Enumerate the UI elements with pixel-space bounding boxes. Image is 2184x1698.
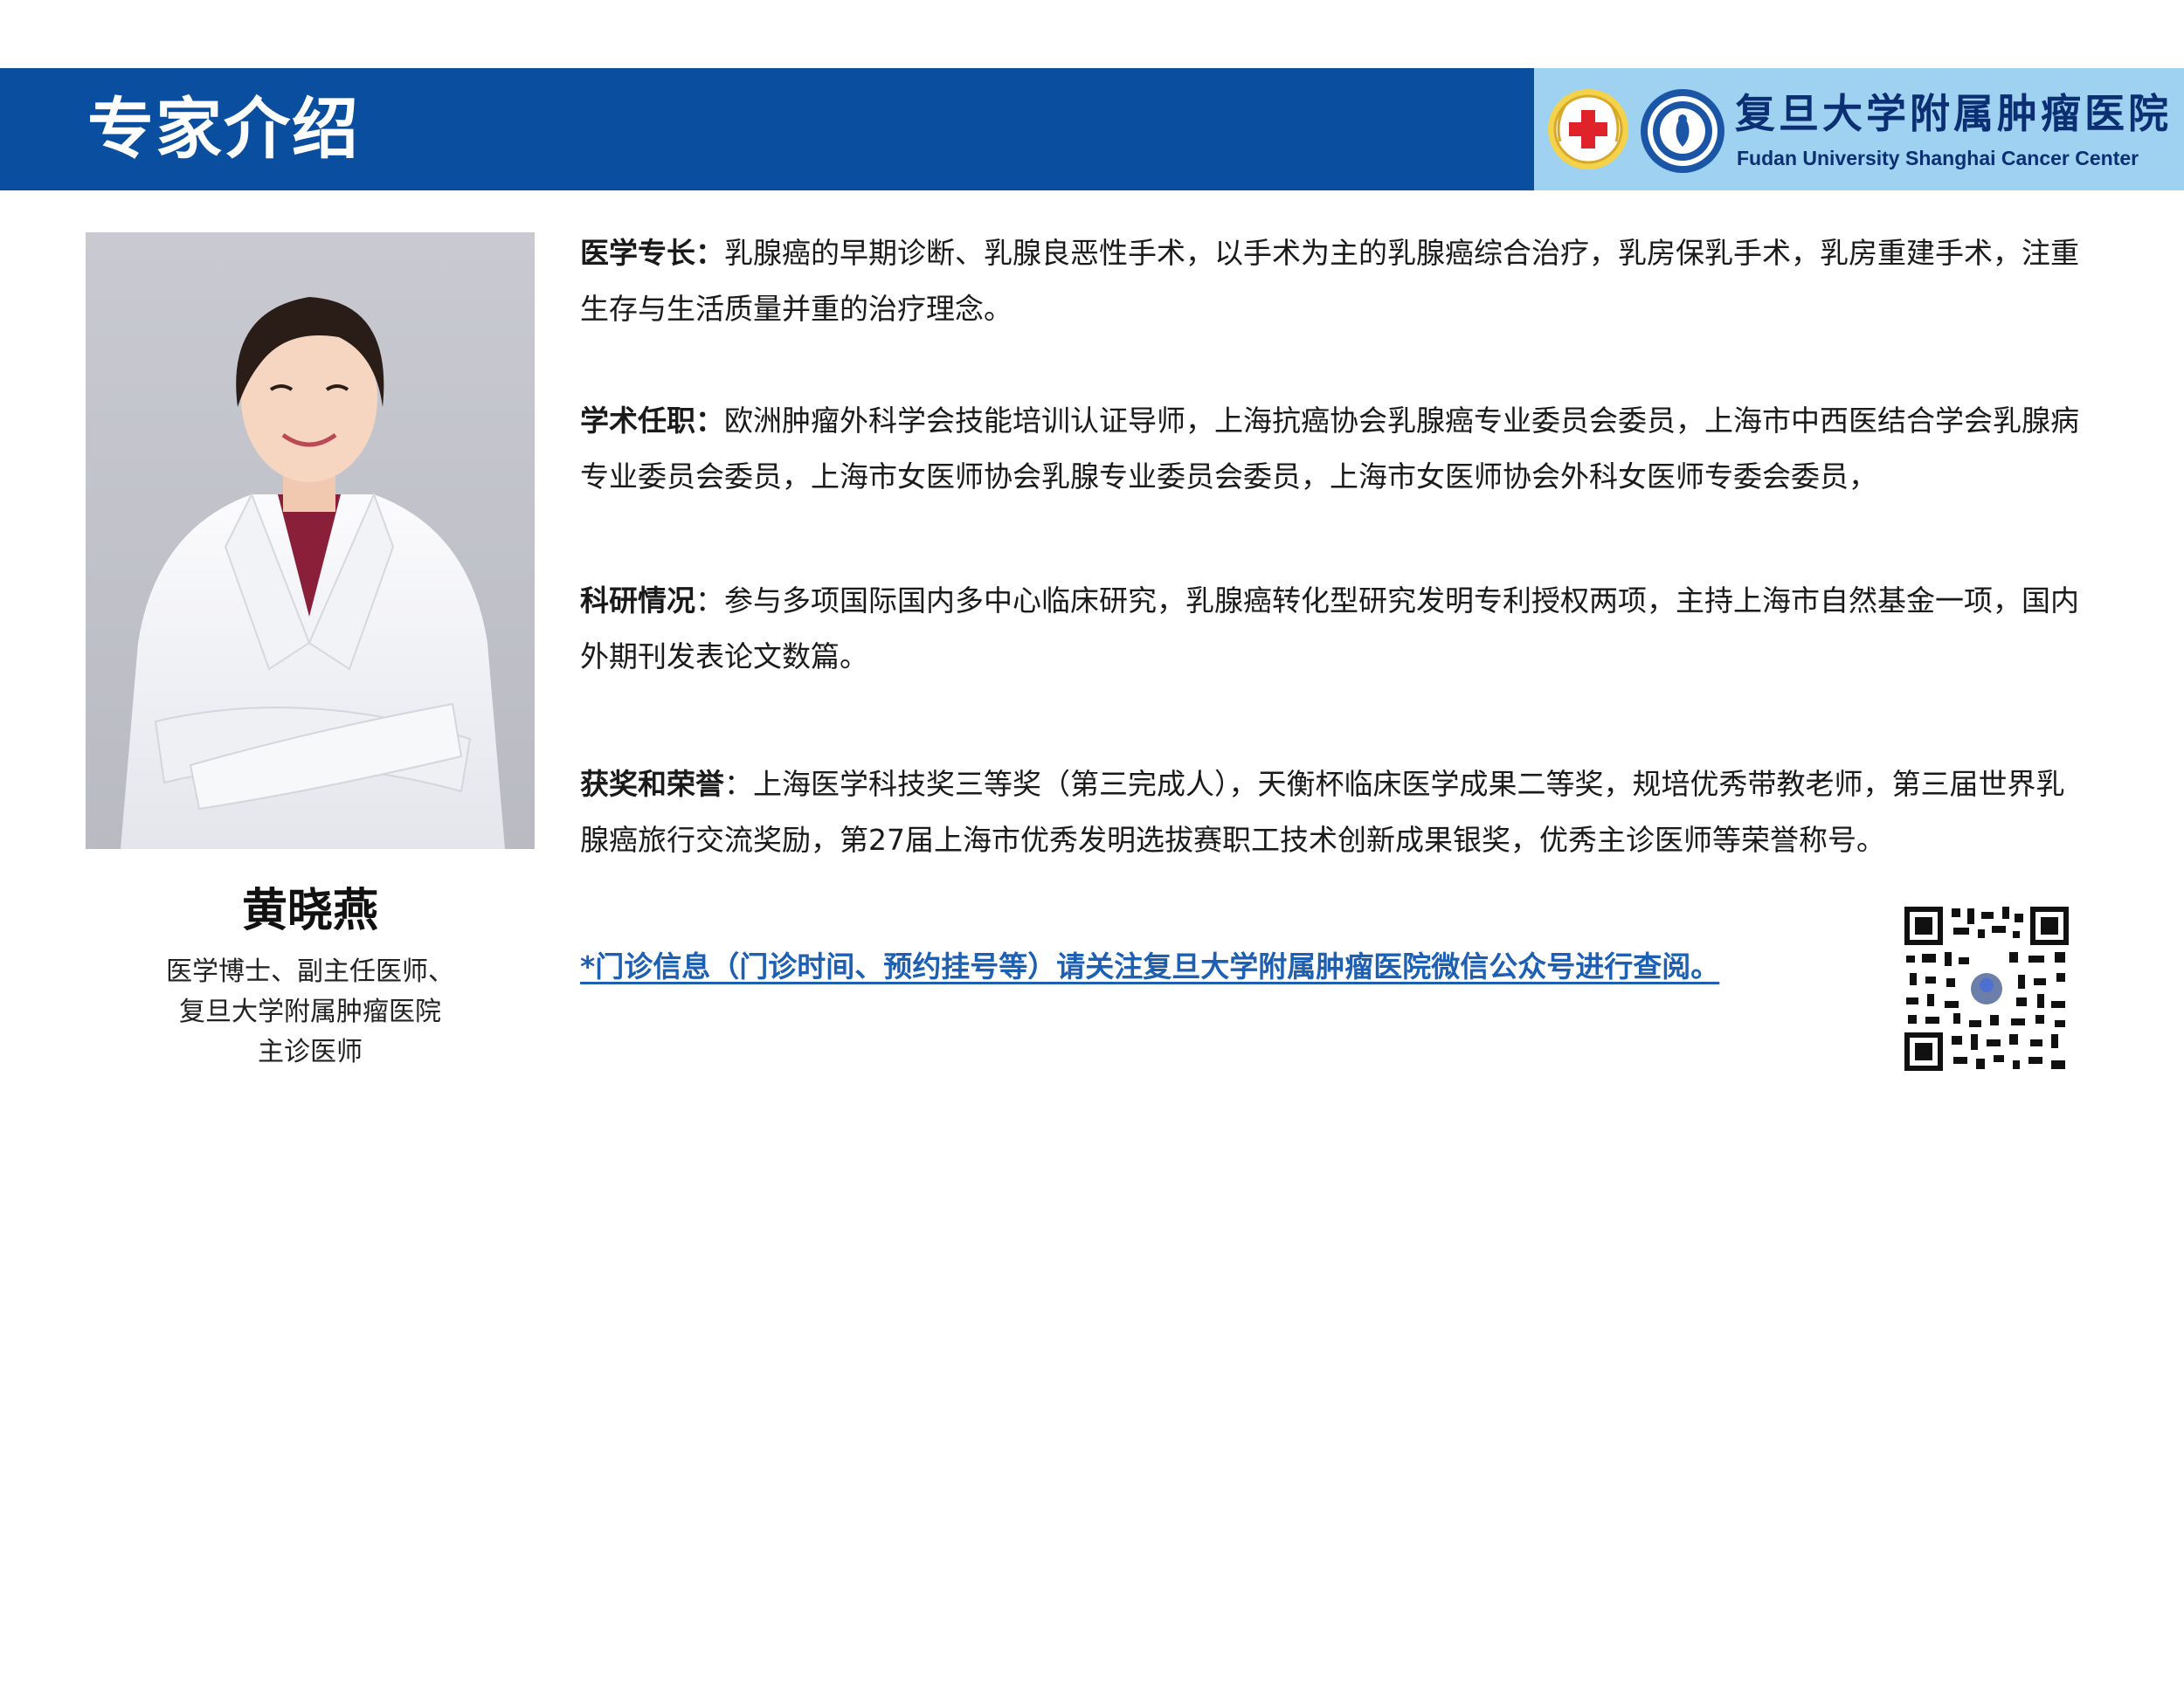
header-bar: 专家介绍 复旦大学附属肿瘤医院 Fudan University Shangha… [0, 68, 2184, 190]
section-medical-specialty: 医学专长：乳腺癌的早期诊断、乳腺良恶性手术，以手术为主的乳腺癌综合治疗，乳房保乳… [580, 225, 2083, 337]
section-text: ：参与多项国际国内多中心临床研究，乳腺癌转化型研究发明专利授权两项，主持上海市自… [580, 583, 2079, 673]
hospital-logo-panel: 复旦大学附属肿瘤医院 Fudan University Shanghai Can… [1534, 68, 2184, 190]
section-text: 乳腺癌的早期诊断、乳腺良恶性手术，以手术为主的乳腺癌综合治疗，乳房保乳手术，乳房… [580, 236, 2079, 326]
expert-portrait-photo [86, 232, 535, 849]
section-text: 欧洲肿瘤外科学会技能培训认证导师，上海抗癌协会乳腺癌专业委员会委员，上海市中西医… [580, 404, 2079, 494]
expert-title-line: 主诊医师 [258, 1037, 363, 1067]
section-academic-positions: 学术任职：欧洲肿瘤外科学会技能培训认证导师，上海抗癌协会乳腺癌专业委员会委员，上… [580, 393, 2083, 505]
hospital-emblem-icon [1641, 89, 1724, 173]
hospital-name-english: Fudan University Shanghai Cancer Center [1737, 147, 2139, 169]
expert-title: 医学博士、副主任医师、 复旦大学附属肿瘤医院 主诊医师 [86, 952, 535, 1073]
expert-title-line: 复旦大学附属肿瘤医院 [179, 997, 441, 1027]
hospital-name-chinese: 复旦大学附属肿瘤医院 [1735, 90, 2172, 137]
section-label: 医学专长： [580, 236, 724, 270]
section-label: 获奖和荣誉 [580, 767, 724, 801]
section-label: 科研情况 [580, 583, 695, 618]
portrait-illustration [121, 297, 505, 849]
qr-code-icon [1901, 903, 2072, 1074]
section-research: 科研情况：参与多项国际国内多中心临床研究，乳腺癌转化型研究发明专利授权两项，主持… [580, 573, 2083, 685]
expert-name: 黄晓燕 [241, 885, 378, 937]
section-awards: 获奖和荣誉：上海医学科技奖三等奖（第三完成人），天衡杯临床医学成果二等奖，规培优… [580, 756, 2083, 868]
section-label: 学术任职： [580, 404, 724, 438]
expert-title-line: 医学博士、副主任医师、 [166, 956, 454, 987]
clinic-info-link[interactable]: *门诊信息（门诊时间、预约挂号等）请关注复旦大学附属肿瘤医院微信公众号进行查阅。 [580, 943, 1719, 985]
red-cross-emblem-icon [1548, 89, 1628, 169]
section-text: ：上海医学科技奖三等奖（第三完成人），天衡杯临床医学成果二等奖，规培优秀带教老师… [580, 767, 2065, 857]
page-title: 专家介绍 [87, 90, 360, 168]
